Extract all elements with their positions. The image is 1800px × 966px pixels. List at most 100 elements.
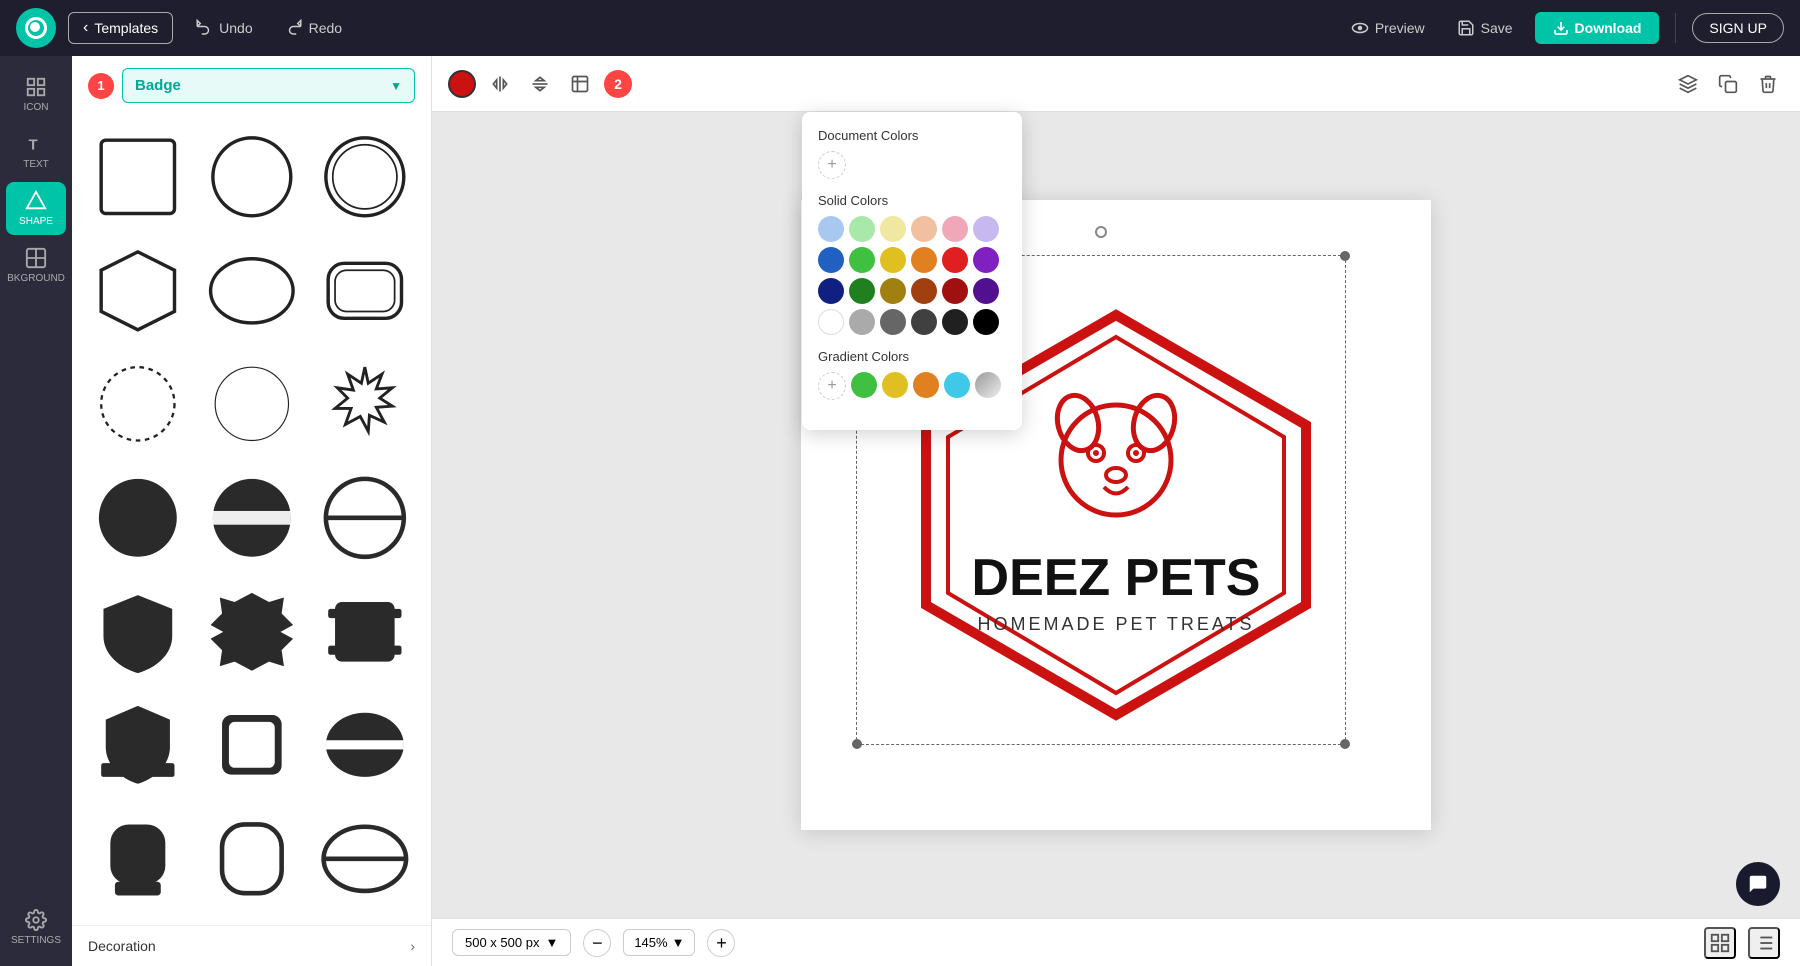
shape-shield-ribbon[interactable] <box>84 691 192 799</box>
templates-button[interactable]: Templates <box>68 12 173 44</box>
sidebar-item-text-label: TEXT <box>23 159 49 170</box>
download-button[interactable]: Download <box>1535 12 1660 44</box>
main-area: ICON T TEXT SHAPE BKGROUND SETTINGS 1 Ba… <box>0 56 1800 966</box>
solid-colors-row <box>818 216 1006 242</box>
color-swatch-lightpink[interactable] <box>942 216 968 242</box>
color-swatch-purple[interactable] <box>973 247 999 273</box>
color-swatch-black[interactable] <box>973 309 999 335</box>
sidebar-item-icon[interactable]: ICON <box>6 68 66 121</box>
shape-dark-small-shield[interactable] <box>84 805 192 913</box>
shape-black-circle[interactable] <box>84 464 192 572</box>
color-swatch-lightgreen[interactable] <box>849 216 875 242</box>
shape-dotted-circle[interactable] <box>84 350 192 458</box>
badge-select[interactable]: Badge ▼ <box>122 68 415 103</box>
color-swatch-red[interactable] <box>942 247 968 273</box>
sidebar-item-background[interactable]: BKGROUND <box>6 239 66 292</box>
color-swatch-darkorange[interactable] <box>911 278 937 304</box>
toolbar: 2 <box>432 56 1800 112</box>
select-arrow-icon: ▼ <box>390 79 402 93</box>
shape-circle-1[interactable] <box>198 123 306 231</box>
color-swatch-yellow[interactable] <box>880 247 906 273</box>
color-swatch-darkgray[interactable] <box>911 309 937 335</box>
toolbar-right <box>1672 68 1784 100</box>
zoom-dropdown-icon: ▼ <box>672 935 685 950</box>
shape-badge-frame[interactable] <box>198 691 306 799</box>
save-button[interactable]: Save <box>1447 13 1523 43</box>
color-swatch-lightpurple[interactable] <box>973 216 999 242</box>
color-swatch-lightyellow[interactable] <box>880 216 906 242</box>
color-swatch-darkgreen[interactable] <box>849 278 875 304</box>
size-button[interactable]: 500 x 500 px ▼ <box>452 929 571 956</box>
sidebar-item-settings[interactable]: SETTINGS <box>6 901 66 954</box>
color-picker-popup: Document Colors + Solid Colors <box>802 112 1022 430</box>
canvas-area: DEEZ PETS HOMEMADE PET TREATS <box>432 112 1800 918</box>
shape-circle-divided[interactable] <box>311 464 419 572</box>
shape-shield-dark[interactable] <box>84 578 192 686</box>
color-swatch-darkblue[interactable] <box>818 278 844 304</box>
color-swatch-nearblack[interactable] <box>942 309 968 335</box>
gradient-swatch-green[interactable] <box>851 372 877 398</box>
shape-square[interactable] <box>84 123 192 231</box>
add-gradient-button[interactable]: + <box>818 372 846 400</box>
sidebar: ICON T TEXT SHAPE BKGROUND SETTINGS <box>0 56 72 966</box>
gradient-swatch-orange[interactable] <box>913 372 939 398</box>
delete-button[interactable] <box>1752 68 1784 100</box>
shape-starburst[interactable] <box>311 350 419 458</box>
flip-horizontal-button[interactable] <box>484 68 516 100</box>
shape-rect-rounded-double[interactable] <box>311 237 419 345</box>
layers-button[interactable] <box>1672 68 1704 100</box>
arrange-button[interactable] <box>564 68 596 100</box>
duplicate-button[interactable] <box>1712 68 1744 100</box>
undo-button[interactable]: Undo <box>185 13 262 43</box>
shape-oval[interactable] <box>198 237 306 345</box>
flip-vertical-button[interactable] <box>524 68 556 100</box>
shape-hexagon-outline[interactable] <box>84 237 192 345</box>
color-swatch-lightgray[interactable] <box>849 309 875 335</box>
color-swatch-darkgold[interactable] <box>880 278 906 304</box>
color-swatch-darkred[interactable] <box>942 278 968 304</box>
color-swatch-red[interactable] <box>448 70 476 98</box>
solid-colors-row-3 <box>818 278 1006 304</box>
redo-button[interactable]: Redo <box>275 13 352 43</box>
shape-badge-striped[interactable] <box>311 691 419 799</box>
sidebar-item-text[interactable]: T TEXT <box>6 125 66 178</box>
color-swatch-midgray[interactable] <box>880 309 906 335</box>
color-swatch-orange[interactable] <box>911 247 937 273</box>
sidebar-item-icon-label: ICON <box>24 102 49 113</box>
color-swatch-green[interactable] <box>849 247 875 273</box>
shape-circle-stripe[interactable] <box>198 464 306 572</box>
zoom-value[interactable]: 145% ▼ <box>623 929 695 956</box>
shape-badge-complex[interactable] <box>198 578 306 686</box>
bottombar: 500 x 500 px ▼ − 145% ▼ + <box>432 918 1800 966</box>
shape-dark-hex-small[interactable] <box>311 805 419 913</box>
shape-badge-ornate[interactable] <box>311 578 419 686</box>
gradient-swatch-yellow[interactable] <box>882 372 908 398</box>
color-swatch-blue[interactable] <box>818 247 844 273</box>
gradient-swatch-gray[interactable] <box>975 372 1001 398</box>
shapes-panel: 1 Badge ▼ <box>72 56 432 966</box>
shape-thin-circle[interactable] <box>198 350 306 458</box>
chat-button[interactable] <box>1736 862 1780 906</box>
color-swatch-lightorange[interactable] <box>911 216 937 242</box>
solid-colors-row-4 <box>818 309 1006 335</box>
gradient-swatch-cyan[interactable] <box>944 372 970 398</box>
preview-button[interactable]: Preview <box>1341 13 1435 43</box>
grid-view-button[interactable] <box>1704 927 1736 959</box>
color-swatch-white[interactable] <box>818 309 844 335</box>
logo[interactable] <box>16 8 56 48</box>
decoration-footer[interactable]: Decoration › <box>72 925 431 966</box>
document-colors-section: Document Colors + <box>818 128 1006 179</box>
sidebar-item-shape[interactable]: SHAPE <box>6 182 66 235</box>
sub-text: HOMEMADE PET TREATS <box>977 614 1254 634</box>
gradient-colors-title: Gradient Colors <box>818 349 1006 364</box>
color-swatch-darkpurple[interactable] <box>973 278 999 304</box>
shape-dark-oval[interactable] <box>198 805 306 913</box>
zoom-in-button[interactable]: + <box>707 929 735 957</box>
zoom-out-button[interactable]: − <box>583 929 611 957</box>
panel-badge: 1 <box>88 73 114 99</box>
signup-button[interactable]: SIGN UP <box>1692 13 1784 43</box>
add-document-color-button[interactable]: + <box>818 151 846 179</box>
align-button[interactable] <box>1748 927 1780 959</box>
shape-circle-2[interactable] <box>311 123 419 231</box>
color-swatch-lightblue[interactable] <box>818 216 844 242</box>
